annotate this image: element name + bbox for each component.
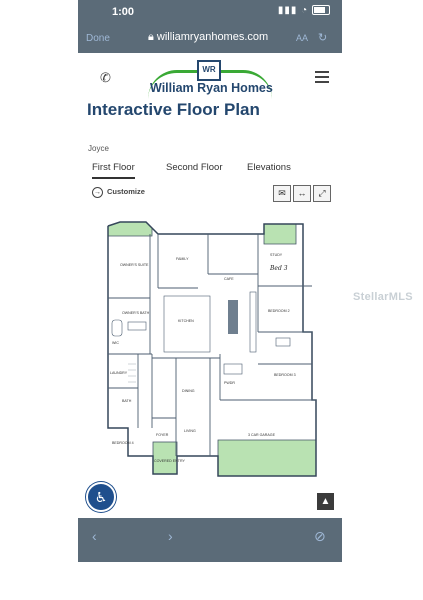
- url-text: williamryanhomes.com: [156, 31, 269, 43]
- tab-elevations[interactable]: Elevations: [247, 162, 291, 177]
- room-label-wic: WIC: [112, 341, 119, 345]
- floor-tabs: First Floor Second Floor Elevations: [86, 162, 336, 180]
- hamburger-menu-icon[interactable]: [315, 71, 329, 86]
- room-label-laundry: LAUNDRY: [110, 371, 128, 375]
- floor-plan-drawing[interactable]: OWNER'S SUITE OWNER'S BATH LAUNDRY FAMIL…: [98, 214, 322, 482]
- address-bar[interactable]: 🔒︎ williamryanhomes.com: [148, 31, 268, 44]
- room-label-living: LIVING: [184, 429, 196, 433]
- battery-icon: [312, 5, 330, 16]
- email-icon[interactable]: ✉: [273, 185, 291, 202]
- room-label-bedroom-4: BEDROOM 4: [112, 441, 134, 445]
- watermark: StellarMLS: [353, 291, 413, 303]
- fullscreen-icon[interactable]: ⤢: [313, 185, 331, 202]
- chevron-up-icon[interactable]: ▲: [317, 493, 334, 510]
- done-button[interactable]: Done: [86, 33, 110, 44]
- status-icons: ▮▮▮ ◔: [278, 5, 330, 16]
- accessibility-icon[interactable]: ♿︎: [86, 482, 116, 512]
- room-label-bath: BATH: [122, 399, 132, 403]
- customize-label: Customize: [107, 187, 145, 196]
- room-label-covered-entry: COVERED ENTRY: [154, 459, 185, 463]
- circle-arrow-icon: →: [92, 187, 103, 198]
- room-label-pwdr: PWDR: [224, 381, 235, 385]
- brand-name: William Ryan Homes: [150, 81, 273, 95]
- phone-screen: 1:00 ▮▮▮ ◔ Done 🔒︎ williamryanhomes.com …: [78, 0, 342, 562]
- tab-second-floor[interactable]: Second Floor: [166, 162, 223, 177]
- room-label-study: STUDY: [270, 253, 283, 257]
- room-label-owners-suite: OWNER'S SUITE: [120, 263, 149, 267]
- status-time: 1:00: [112, 6, 135, 18]
- chevron-left-icon[interactable]: ‹: [92, 528, 97, 544]
- logo-badge: WR: [197, 60, 221, 81]
- browser-bottom-bar: ‹ › ⊘: [78, 518, 342, 562]
- reload-icon[interactable]: ↻: [318, 31, 327, 44]
- model-name: Joyce: [88, 144, 109, 153]
- room-label-cafe: CAFE: [224, 277, 234, 281]
- room-label-family: FAMILY: [176, 257, 189, 261]
- wifi-icon: ◔: [301, 5, 309, 16]
- brand-logo[interactable]: WR William Ryan Homes: [148, 60, 273, 98]
- room-label-bedroom-3: BEDROOM 3: [274, 373, 296, 377]
- room-label-bedroom-2: BEDROOM 2: [268, 309, 290, 313]
- signal-icon: ▮▮▮: [277, 5, 298, 16]
- text-size-button[interactable]: AA: [296, 33, 308, 43]
- room-label-bed-3: Bed 3: [269, 265, 288, 272]
- browser-top-bar: 1:00 ▮▮▮ ◔ Done 🔒︎ williamryanhomes.com …: [78, 0, 342, 53]
- compass-icon[interactable]: ⊘: [314, 528, 326, 545]
- room-label-garage: 3 CAR GARAGE: [248, 433, 276, 437]
- tab-first-floor[interactable]: First Floor: [92, 162, 135, 179]
- customize-button[interactable]: → Customize: [92, 187, 145, 198]
- room-label-dining: DINING: [182, 389, 195, 393]
- horizontal-arrows-icon[interactable]: ↔: [293, 185, 311, 202]
- phone-icon[interactable]: ✆: [100, 70, 111, 86]
- room-label-foyer: FOYER: [156, 433, 169, 437]
- page-title: Interactive Floor Plan: [87, 100, 260, 119]
- chevron-right-icon[interactable]: ›: [168, 528, 173, 544]
- room-label-owners-bath: OWNER'S BATH: [122, 311, 150, 315]
- lock-icon: 🔒︎: [148, 31, 154, 43]
- room-label-kitchen: KITCHEN: [178, 319, 194, 323]
- plan-toolbar: ✉ ↔ ⤢: [271, 183, 331, 202]
